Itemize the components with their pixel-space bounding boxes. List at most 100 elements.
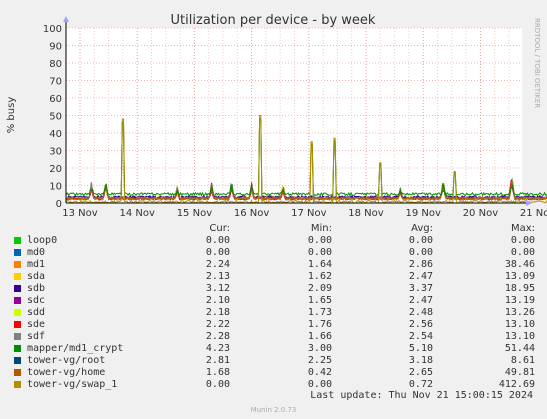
y-tick-label: 20 xyxy=(49,164,62,175)
y-tick-label: 100 xyxy=(43,24,62,35)
y-tick-label: 70 xyxy=(49,77,62,88)
legend-avg-value: 2.86 xyxy=(408,259,433,270)
x-tick-label: 16 Nov xyxy=(234,208,270,219)
legend-avg-value: 2.54 xyxy=(408,331,433,342)
legend-min-value: 1.66 xyxy=(307,331,332,342)
y-tick-label: 30 xyxy=(49,147,62,158)
legend-max-value: 13.09 xyxy=(504,271,535,282)
legend-cur-value: 2.13 xyxy=(205,271,230,282)
x-tick-label: 18 Nov xyxy=(348,208,384,219)
legend-max-value: 13.26 xyxy=(504,307,535,318)
header-min: Min: xyxy=(310,223,332,234)
legend-swatch xyxy=(14,285,21,292)
legend-swatch xyxy=(14,357,21,364)
legend-label: tower-vg/home xyxy=(27,367,106,378)
legend-cur-value: 2.24 xyxy=(205,259,230,270)
legend-cur-value: 0.00 xyxy=(205,247,230,258)
legend-swatch xyxy=(14,237,21,244)
x-tick-label: 15 Nov xyxy=(177,208,213,219)
legend-min-value: 0.00 xyxy=(307,235,332,246)
legend-avg-value: 2.47 xyxy=(408,295,433,306)
legend-avg-value: 0.00 xyxy=(408,247,433,258)
legend-avg-value: 2.48 xyxy=(408,307,433,318)
x-tick-label: 17 Nov xyxy=(291,208,327,219)
legend-cur-value: 2.18 xyxy=(205,307,230,318)
legend-min-value: 1.65 xyxy=(307,295,332,306)
legend-avg-value: 0.00 xyxy=(408,235,433,246)
y-tick-label: 40 xyxy=(49,129,62,140)
legend-cur-value: 2.81 xyxy=(205,355,230,366)
legend-cur-value: 2.22 xyxy=(205,319,230,330)
legend-label: sdf xyxy=(27,331,46,342)
x-tick-label: 21 Nov xyxy=(520,208,547,219)
legend-max-value: 13.10 xyxy=(504,319,535,330)
header-avg: Avg: xyxy=(411,223,433,234)
legend-cur-value: 0.00 xyxy=(205,235,230,246)
legend-swatch xyxy=(14,369,21,376)
last-update: Last update: Thu Nov 21 15:00:15 2024 xyxy=(310,390,533,401)
legend-min-value: 1.62 xyxy=(307,271,332,282)
legend-label: md0 xyxy=(27,247,46,258)
legend-max-value: 18.95 xyxy=(504,283,535,294)
legend-label: loop0 xyxy=(27,235,58,246)
legend-cur-value: 4.23 xyxy=(205,343,230,354)
footer: Munin 2.0.73 xyxy=(250,406,297,414)
legend-avg-value: 2.56 xyxy=(408,319,433,330)
legend-swatch xyxy=(14,249,21,256)
legend-avg-value: 2.65 xyxy=(408,367,433,378)
legend-avg-value: 3.37 xyxy=(408,283,433,294)
legend-label: sda xyxy=(27,271,46,282)
legend-max-value: 13.10 xyxy=(504,331,535,342)
x-ticks: 13 Nov 14 Nov 15 Nov 16 Nov 17 Nov 18 Nov 19 N… xyxy=(62,208,547,219)
y-tick-label: 90 xyxy=(49,42,62,53)
legend-max-value: 38.46 xyxy=(504,259,535,270)
y-tick-label: 10 xyxy=(49,182,62,193)
legend-label: tower-vg/root xyxy=(27,355,106,366)
legend-label: sde xyxy=(27,319,46,330)
legend-swatch xyxy=(14,261,21,268)
y-axis-label: % busy xyxy=(6,97,17,134)
legend-min-value: 1.64 xyxy=(307,259,332,270)
legend-max-value: 13.19 xyxy=(504,295,535,306)
legend-swatch xyxy=(14,345,21,352)
legend-min-value: 3.00 xyxy=(307,343,332,354)
legend-swatch xyxy=(14,297,21,304)
legend-cur-value: 1.68 xyxy=(205,367,230,378)
legend-min-value: 2.25 xyxy=(307,355,332,366)
legend-min-value: 0.42 xyxy=(307,367,332,378)
y-tick-label: 80 xyxy=(49,59,62,70)
legend-max-value: 0.00 xyxy=(510,247,535,258)
y-tick-label: 0 xyxy=(56,199,62,210)
rrdtool-credit: RRDTOOL / TOBI OETIKER xyxy=(533,18,541,108)
legend-swatch xyxy=(14,333,21,340)
chart-title: Utilization per device - by week xyxy=(171,13,376,28)
legend-swatch xyxy=(14,309,21,316)
legend-label: tower-vg/swap_1 xyxy=(27,379,118,390)
y-tick-label: 50 xyxy=(49,112,62,123)
legend-max-value: 8.61 xyxy=(510,355,535,366)
legend-swatch xyxy=(14,273,21,280)
legend-min-value: 1.73 xyxy=(307,307,332,318)
legend-cur-value: 0.00 xyxy=(205,379,230,390)
legend-max-value: 0.00 xyxy=(510,235,535,246)
legend-label: sdd xyxy=(27,307,46,318)
legend-avg-value: 2.47 xyxy=(408,271,433,282)
legend-label: sdb xyxy=(27,283,46,294)
y-axis-arrow xyxy=(63,16,69,22)
legend-avg-value: 5.10 xyxy=(408,343,433,354)
legend-max-value: 51.44 xyxy=(504,343,535,354)
x-tick-label: 19 Nov xyxy=(405,208,441,219)
legend-label: mapper/md1_crypt xyxy=(27,343,124,354)
y-ticks: 0 10 20 30 40 50 60 70 80 90 100 xyxy=(43,24,62,210)
legend-label: md1 xyxy=(27,259,46,270)
legend-max-value: 49.81 xyxy=(504,367,535,378)
legend-min-value: 1.76 xyxy=(307,319,332,330)
legend-min-value: 0.00 xyxy=(307,247,332,258)
y-tick-label: 60 xyxy=(49,94,62,105)
legend-swatch xyxy=(14,321,21,328)
legend-cur-value: 2.10 xyxy=(205,295,230,306)
legend-label: sdc xyxy=(27,295,46,306)
legend-avg-value: 3.18 xyxy=(408,355,433,366)
header-cur: Cur: xyxy=(209,223,230,234)
legend-swatch xyxy=(14,381,21,388)
